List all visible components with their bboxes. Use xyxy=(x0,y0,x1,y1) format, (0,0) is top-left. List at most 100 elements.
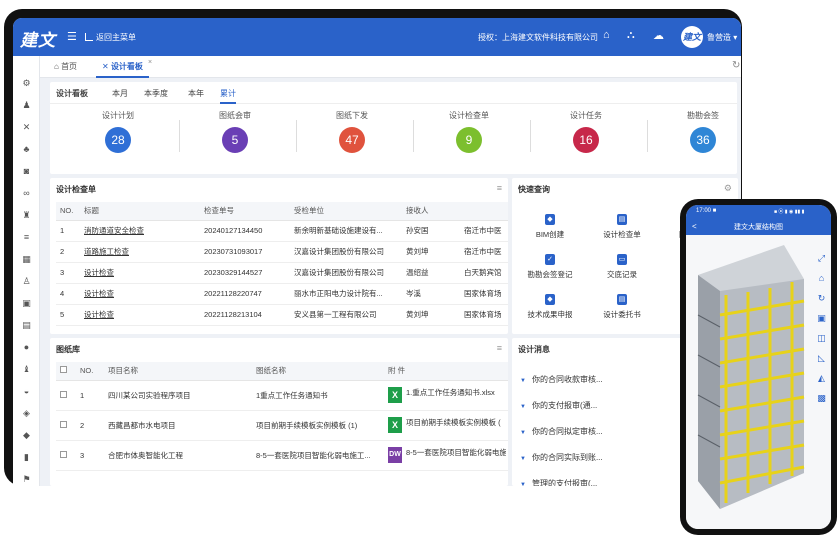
home-view-icon[interactable]: ⌂ xyxy=(816,273,827,284)
message-item[interactable]: 你的支付报审(通... xyxy=(520,400,597,411)
table-row[interactable]: 4 设计检查 20221128220747 丽水市正阳电力设计院有... 岑溪 国家体育场 xyxy=(56,283,508,305)
attachment-cell[interactable]: DW 8-5一套医院项目智能化弱电施 xyxy=(384,440,508,471)
checklist-title-link[interactable]: 设计检查 xyxy=(80,262,200,284)
quick-item[interactable]: ✓ 勘勘会签登记 xyxy=(518,254,582,280)
home-icon[interactable]: ⌂ xyxy=(603,29,610,41)
file-type-icon: X xyxy=(388,387,402,403)
message-item[interactable]: 你的合同实际到账... xyxy=(520,452,603,463)
column-header: 受检单位 xyxy=(290,202,402,221)
attachment-cell[interactable]: X 项目前期手续模板实例模板 ( xyxy=(384,410,508,441)
user-icon[interactable]: ♙ xyxy=(21,276,32,287)
section-icon[interactable]: ◭ xyxy=(816,373,827,384)
expand-icon[interactable]: ⤢ xyxy=(816,253,827,264)
row-checkbox[interactable] xyxy=(60,450,67,458)
gear-icon[interactable]: ⚙ xyxy=(724,183,732,194)
rotate-icon[interactable]: ↻ xyxy=(816,293,827,304)
table-row[interactable]: 3 合肥市体奥智能化工程 8-5一套医院项目智能化弱电施工... DW 8-5一套医院项… xyxy=(56,440,508,471)
stat-1[interactable]: 图纸会审 5 xyxy=(185,110,285,153)
quick-item[interactable]: ▭ 交底记录 xyxy=(590,254,654,280)
crane-icon[interactable]: ♝ xyxy=(21,364,32,375)
menu-icon[interactable]: ☰ xyxy=(67,30,77,43)
quick-item[interactable]: ◆ 技术成果申报 xyxy=(518,294,582,320)
message-item[interactable]: 你的合同收款审核... xyxy=(520,374,603,385)
stat-5[interactable]: 勘勘会签 36 xyxy=(653,110,741,153)
refresh-icon[interactable]: ↻ xyxy=(732,60,740,71)
document-icon[interactable]: ▤ xyxy=(21,320,32,331)
select-all-checkbox[interactable] xyxy=(60,366,67,374)
phone-time: 17:00 ■ xyxy=(696,208,717,214)
checklist-menu-icon[interactable]: ≡ xyxy=(497,183,502,193)
period-tab-quarter[interactable]: 本季度 xyxy=(144,88,168,99)
screenshot-icon[interactable]: ▩ xyxy=(816,393,827,404)
stat-0[interactable]: 设计计划 28 xyxy=(68,110,168,153)
checklist-title-link[interactable]: 道路施工检查 xyxy=(80,241,200,263)
quick-item-icon: ◆ xyxy=(545,214,555,225)
measure-icon[interactable]: ◺ xyxy=(816,353,827,364)
table-row[interactable]: 2 西藏昌都市水电项目 项目前期手续模板实例模板 (1) X 项目前期手续模板实例模板 … xyxy=(56,410,508,441)
stat-2[interactable]: 图纸下发 47 xyxy=(302,110,402,153)
attachment-cell[interactable]: X 1.重点工作任务通知书.xlsx xyxy=(384,380,508,411)
monitor-icon[interactable]: ▣ xyxy=(21,298,32,309)
user-menu[interactable]: 鲁营造 ▾ xyxy=(707,32,737,43)
list-icon[interactable]: ≡ xyxy=(21,232,32,243)
library-menu-icon[interactable]: ≡ xyxy=(497,343,502,353)
table-row[interactable]: 5 设计检查 20221128213104 安义县第一工程有限公司 黄刘坤 国家体育场 xyxy=(56,304,508,326)
app-screen: 建文 ☰ 返回主菜单 授权：上海建文软件科技有限公司 ⌂ ⛬ ☁ 建文 鲁营造 … xyxy=(13,18,741,486)
row-checkbox[interactable] xyxy=(60,420,67,428)
layers-icon[interactable]: ◫ xyxy=(816,333,827,344)
tab-design-board[interactable]: ✕ 设计看板 xyxy=(96,56,149,78)
quick-item[interactable]: ▤ 设计委托书 xyxy=(590,294,654,320)
stat-divider xyxy=(530,120,531,152)
tablet-frame: 建文 ☰ 返回主菜单 授权：上海建文软件科技有限公司 ⌂ ⛬ ☁ 建文 鲁营造 … xyxy=(4,9,742,486)
lock-icon[interactable]: ▮ xyxy=(21,452,32,463)
table-row[interactable]: 3 设计检查 20230329144527 汉嘉设计集团股份有限公司 温绍益 白天鹅宾馆 xyxy=(56,262,508,284)
checklist-title-link[interactable]: 消防通道安全检查 xyxy=(80,220,200,242)
table-row[interactable]: 2 道路施工检查 20230731093017 汉嘉设计集团股份有限公司 黄刘坤 宿迁市中… xyxy=(56,241,508,263)
tab-bar: ⌂ 首页 ✕ 设计看板 × ↻ xyxy=(40,56,741,78)
settings-icon[interactable]: ⚙ xyxy=(21,78,32,89)
worker-icon[interactable]: ♜ xyxy=(21,210,32,221)
row-checkbox-cell[interactable] xyxy=(56,440,76,471)
tools-icon[interactable]: ✕ xyxy=(21,122,32,133)
row-checkbox-cell[interactable] xyxy=(56,410,76,441)
bim-model-viewer[interactable]: ⤢ ⌂ ↻ ▣ ◫ ◺ ◭ ▩ xyxy=(686,235,831,529)
phone-back-icon[interactable]: < xyxy=(692,222,697,231)
table-cell: 岑溪 xyxy=(402,283,460,305)
helmet-icon[interactable]: ◒ xyxy=(21,386,32,397)
tab-home[interactable]: ⌂ 首页 xyxy=(48,56,83,78)
drop-icon[interactable]: ● xyxy=(21,342,32,353)
row-checkbox-cell[interactable] xyxy=(56,380,76,411)
checklist-title-link[interactable]: 设计检查 xyxy=(80,283,200,305)
attachment-filename[interactable]: 项目前期手续模板实例模板 ( xyxy=(406,417,501,428)
team-icon[interactable]: ♣ xyxy=(21,144,32,155)
quick-item[interactable]: ◆ BIM创建 xyxy=(518,214,582,240)
table-row[interactable]: 1 消防通道安全检查 20240127134450 新余明新基础设施建设有... 孙安国… xyxy=(56,220,508,242)
camera-icon[interactable]: ◙ xyxy=(21,166,32,177)
period-tab-year[interactable]: 本年 xyxy=(188,88,204,99)
shield-icon[interactable]: ◆ xyxy=(21,430,32,441)
row-checkbox[interactable] xyxy=(60,390,67,398)
cube-icon[interactable]: ▣ xyxy=(816,313,827,324)
avatar[interactable]: 建文 xyxy=(681,26,703,48)
message-item[interactable]: 你的合同拟定审核... xyxy=(520,426,603,437)
handshake-icon[interactable]: ∞ xyxy=(21,188,32,199)
building-icon[interactable]: ▦ xyxy=(21,254,32,265)
location-icon[interactable]: ◈ xyxy=(21,408,32,419)
period-tab-month[interactable]: 本月 xyxy=(112,88,128,99)
stat-3[interactable]: 设计检查单 9 xyxy=(419,110,519,153)
back-to-main-menu-link[interactable]: 返回主菜单 xyxy=(85,32,136,43)
attachment-filename[interactable]: 1.重点工作任务通知书.xlsx xyxy=(406,387,495,398)
stat-4[interactable]: 设计任务 16 xyxy=(536,110,636,153)
close-tab-icon[interactable]: × xyxy=(148,59,152,66)
period-tab-total[interactable]: 累计 xyxy=(220,88,236,104)
message-item[interactable]: 管理的支付报审(... xyxy=(520,478,597,486)
quick-item[interactable]: ▤ 设计检查单 xyxy=(590,214,654,240)
org-chart-icon[interactable]: ⛬ xyxy=(627,29,635,42)
quick-item-label: 勘勘会签登记 xyxy=(527,270,573,279)
chat-icon[interactable]: ☁ xyxy=(653,29,664,42)
person-icon[interactable]: ♟ xyxy=(21,100,32,111)
flag-icon[interactable]: ⚑ xyxy=(21,474,32,485)
table-row[interactable]: 1 四川某公司实验程序项目 1重点工作任务通知书 X 1.重点工作任务通知书.xlsx xyxy=(56,380,508,411)
attachment-filename[interactable]: 8-5一套医院项目智能化弱电施 xyxy=(406,447,506,458)
checklist-title-link[interactable]: 设计检查 xyxy=(80,304,200,326)
